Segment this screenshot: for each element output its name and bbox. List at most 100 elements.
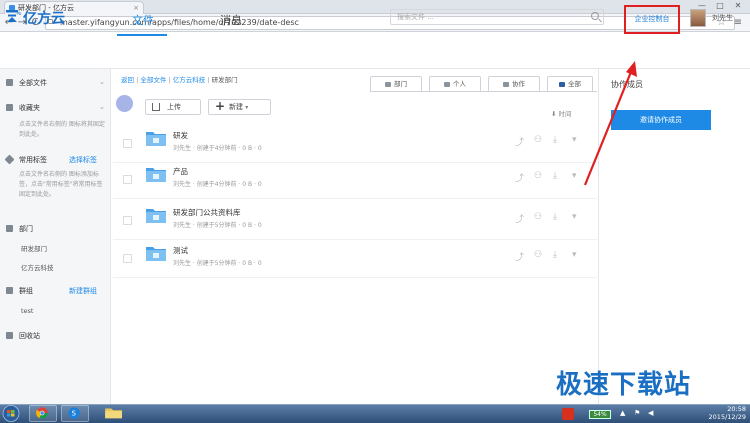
folder-icon	[146, 247, 166, 261]
start-button-icon[interactable]	[0, 405, 22, 422]
screen: 研发部门 - 亿方云 × — □ ✕ ← → C master.yifangyu…	[0, 0, 750, 423]
invite-label: 邀请协作成员	[640, 116, 682, 124]
folder-icon	[146, 209, 166, 223]
favorites-note: 点击文件名右侧的 图标将其固定到此处。	[19, 121, 105, 138]
enterprise-console-button[interactable]: 企业控制台	[624, 5, 680, 34]
file-row[interactable]: 研发部门公共资料库 刘先生 · 创建于5分钟前 · 0 B · 0 ⤴ ⚇ ⤓ …	[113, 202, 597, 240]
recycle-bin-icon	[6, 332, 13, 339]
file-row[interactable]: 研发 刘先生 · 创建于4分钟前 · 0 B · 0 ⤴ ⚇ ⤓ ▾	[113, 125, 597, 163]
all-icon	[559, 81, 565, 87]
taskbar-folder-icon[interactable]	[101, 405, 129, 422]
file-name[interactable]: 产品	[173, 166, 188, 177]
tray-network-icon[interactable]: ▲	[620, 409, 625, 417]
filter-tab-department[interactable]: 部门	[370, 76, 422, 91]
upload-button[interactable]: 上传	[145, 99, 201, 115]
avatar[interactable]	[690, 9, 706, 27]
file-row[interactable]: 产品 刘先生 · 创建于4分钟前 · 0 B · 0 ⤴ ⚇ ⤓ ▾	[113, 161, 597, 199]
cursor-indicator	[116, 95, 133, 112]
collab-icon[interactable]: ⚇	[534, 250, 542, 260]
file-meta: 刘先生 · 创建于5分钟前 · 0 B · 0	[173, 260, 262, 267]
breadcrumb-sep: |	[207, 76, 210, 84]
share-icon[interactable]: ⤴	[515, 212, 524, 225]
file-meta: 刘先生 · 创建于4分钟前 · 0 B · 0	[173, 145, 262, 152]
sidebar-group-item[interactable]: test	[21, 307, 33, 315]
row-checkbox[interactable]	[123, 175, 132, 184]
tray-volume-icon[interactable]: ◀	[648, 409, 653, 417]
breadcrumb-sep: |	[168, 76, 171, 84]
search-icon[interactable]	[591, 12, 599, 20]
download-icon[interactable]: ⤓	[553, 171, 557, 181]
row-checkbox[interactable]	[123, 139, 132, 148]
battery-indicator[interactable]: 54%	[589, 410, 611, 419]
file-row[interactable]: 测试 刘先生 · 创建于5分钟前 · 0 B · 0 ⤴ ⚇ ⤓ ▾	[113, 240, 597, 278]
svg-text:Pb: Pb	[17, 11, 22, 16]
sidebar-item-all-files[interactable]: 全部文件	[19, 78, 47, 88]
sidebar-item-departments[interactable]: 部门	[19, 224, 33, 234]
all-files-icon	[6, 79, 13, 86]
sort-time[interactable]: ⬇ 时间	[551, 108, 572, 118]
nav-active-indicator	[117, 34, 167, 36]
file-name[interactable]: 研发部门公共资料库	[173, 207, 241, 218]
filter-tab-personal[interactable]: 个人	[429, 76, 481, 91]
file-name[interactable]: 研发	[173, 130, 188, 141]
share-icon[interactable]: ⤴	[515, 171, 524, 184]
breadcrumb-company[interactable]: 亿方云科技	[173, 76, 206, 84]
breadcrumb-current: 研发部门	[211, 76, 238, 84]
collab-icon[interactable]: ⚇	[534, 212, 542, 222]
username[interactable]: 刘先生	[712, 13, 733, 23]
taskbar-app-icon[interactable]: S	[61, 405, 89, 422]
sidebar-dept-item[interactable]: 亿方云科技	[21, 262, 54, 272]
clock-date: 2015/12/29	[708, 413, 746, 421]
sidebar-item-groups[interactable]: 群组	[19, 286, 33, 296]
chevron-down-icon[interactable]: ▾	[572, 212, 577, 222]
new-button[interactable]: + 新建 ▾	[208, 99, 271, 115]
sort-label: 时间	[558, 110, 572, 118]
folder-icon	[146, 132, 166, 146]
row-checkbox[interactable]	[123, 216, 132, 225]
sidebar-item-tags[interactable]: 常用标签	[19, 155, 47, 165]
download-icon[interactable]: ⤓	[553, 250, 557, 260]
download-icon[interactable]: ⤓	[553, 212, 557, 222]
logo-text: 亿方云	[23, 10, 65, 26]
taskbar-clock[interactable]: 20:58 2015/12/29	[700, 405, 746, 421]
chevron-down-icon[interactable]: ⌄	[99, 103, 105, 111]
row-checkbox[interactable]	[123, 254, 132, 263]
breadcrumb-back[interactable]: 返回	[121, 76, 134, 84]
select-tags-link[interactable]: 选择标签	[69, 155, 97, 165]
filter-divider	[370, 91, 597, 92]
file-name[interactable]: 测试	[173, 245, 188, 256]
search-input[interactable]: 搜索文件 ...	[390, 9, 604, 25]
collab-icon[interactable]: ⚇	[534, 171, 542, 181]
share-icon[interactable]: ⤴	[515, 135, 524, 148]
filter-label: 个人	[453, 80, 466, 88]
sidebar-dept-item[interactable]: 研发部门	[21, 243, 47, 253]
share-icon[interactable]: ⤴	[515, 250, 524, 263]
breadcrumb: 返回 | 全部文件 | 亿方云科技 | 研发部门	[121, 74, 238, 84]
taskbar-chrome-icon[interactable]	[29, 405, 57, 422]
maximize-icon[interactable]: □	[712, 1, 728, 11]
plus-icon: +	[215, 99, 226, 113]
tags-note: 点击文件名右侧的 图标添加标签，点击"常用标签"将常用标签固定到此处。	[19, 171, 103, 198]
new-label: 新建	[229, 103, 243, 111]
nav-files[interactable]: 文件	[132, 12, 154, 28]
collab-icon[interactable]: ⚇	[534, 135, 542, 145]
breadcrumb-all-files[interactable]: 全部文件	[140, 76, 166, 84]
chevron-down-icon[interactable]: ▾	[572, 250, 577, 260]
tray-flag-icon[interactable]: ⚑	[634, 409, 640, 417]
group-icon	[6, 287, 13, 294]
close-window-icon[interactable]: ✕	[730, 1, 746, 11]
filter-tab-collab[interactable]: 协作	[488, 76, 540, 91]
download-icon[interactable]: ⤓	[553, 135, 557, 145]
sidebar-item-recycle[interactable]: 回收站	[19, 331, 40, 341]
sort-arrow-icon: ⬇	[551, 110, 559, 118]
chevron-down-icon[interactable]: ⌄	[99, 78, 105, 86]
tray-app-icon[interactable]	[562, 408, 574, 420]
person-icon	[444, 81, 450, 87]
sidebar-item-favorites[interactable]: 收藏夹	[19, 103, 40, 113]
filter-label: 协作	[512, 80, 525, 88]
search-placeholder: 搜索文件 ...	[397, 13, 434, 21]
nav-messages[interactable]: 消息	[220, 12, 242, 28]
new-group-link[interactable]: 新建群组	[69, 286, 97, 296]
browser-menu-icon[interactable]: ≡	[734, 17, 742, 28]
department-icon	[6, 225, 13, 232]
